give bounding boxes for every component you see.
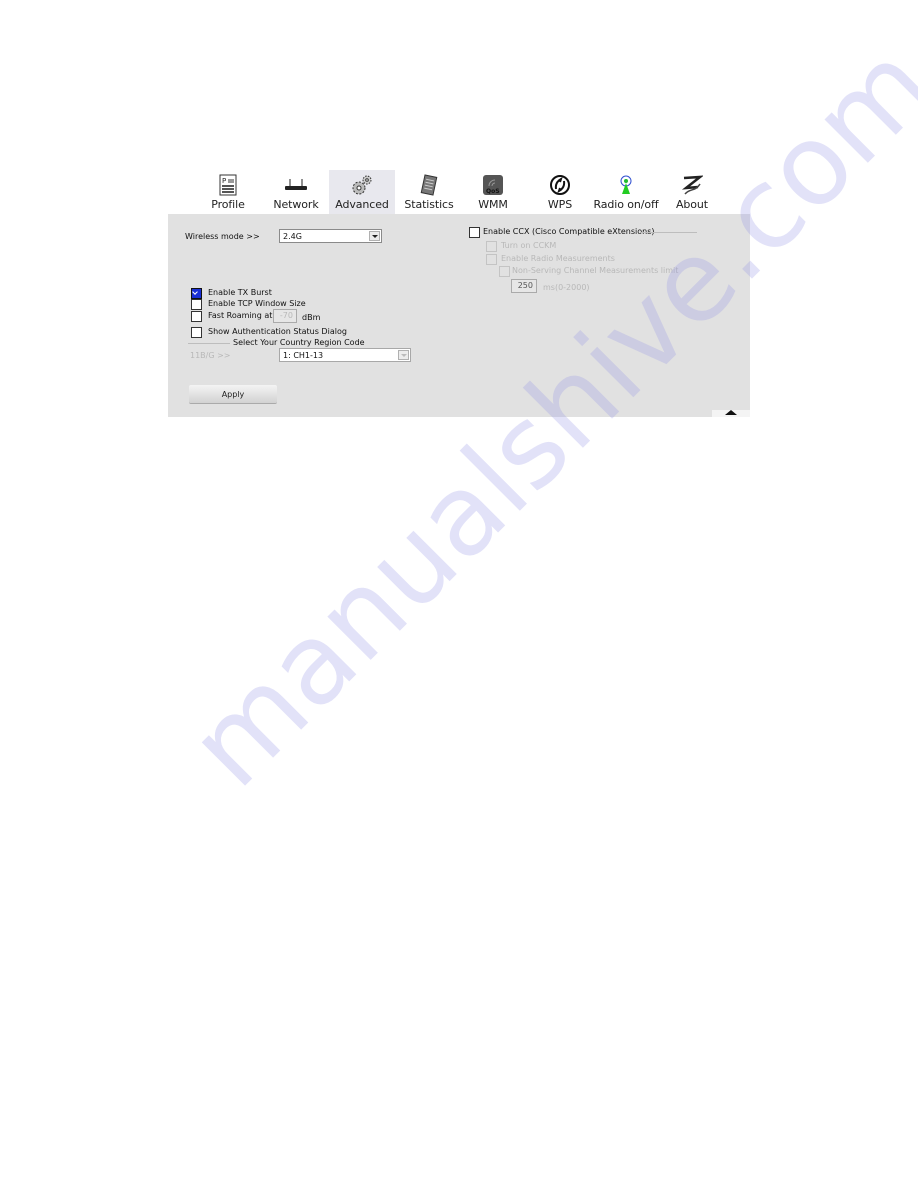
enable-tx-burst-label: Enable TX Burst <box>208 288 272 297</box>
tab-profile[interactable]: P Profile <box>203 170 253 214</box>
ccx-divider <box>641 232 697 233</box>
tab-wps[interactable]: WPS <box>538 170 582 214</box>
router-icon <box>284 173 308 197</box>
wireless-utility-window: P Profile Network Advanced Statistics Qo… <box>168 170 750 417</box>
svg-text:QoS: QoS <box>486 188 500 195</box>
tab-network[interactable]: Network <box>268 170 324 214</box>
wps-icon <box>548 173 572 197</box>
tab-statistics[interactable]: Statistics <box>401 170 457 214</box>
apply-button[interactable]: Apply <box>189 385 277 404</box>
svg-text:P: P <box>222 177 226 185</box>
wireless-mode-select[interactable]: 2.4G <box>279 229 382 243</box>
country-band-label: 11B/G >> <box>190 351 231 360</box>
measurement-limit-input[interactable]: 250 <box>511 279 537 293</box>
radio-measurements-label: Enable Radio Measurements <box>501 254 615 263</box>
tab-bar: P Profile Network Advanced Statistics Qo… <box>168 170 750 214</box>
enable-ccx-checkbox[interactable] <box>469 227 480 238</box>
radio-measurements-checkbox[interactable] <box>486 254 497 265</box>
measurement-limit-unit: ms(0-2000) <box>543 283 590 292</box>
tab-wmm[interactable]: QoS WMM <box>471 170 515 214</box>
collapse-up-button[interactable] <box>712 410 750 417</box>
statistics-icon <box>417 173 441 197</box>
show-auth-dialog-label: Show Authentication Status Dialog <box>208 327 347 336</box>
cckm-label: Turn on CCKM <box>501 241 557 250</box>
enable-tcp-window-label: Enable TCP Window Size <box>208 299 306 308</box>
enable-ccx-label: Enable CCX (Cisco Compatible eXtensions) <box>483 227 655 236</box>
tab-radio-on-off[interactable]: Radio on/off <box>590 170 662 214</box>
fast-roaming-label: Fast Roaming at <box>208 311 273 320</box>
show-auth-dialog-checkbox[interactable] <box>191 327 202 338</box>
advanced-settings-panel: Wireless mode >> 2.4G Enable TX Burst En… <box>168 214 750 417</box>
cckm-checkbox[interactable] <box>486 241 497 252</box>
enable-tcp-window-checkbox[interactable] <box>191 299 202 310</box>
about-logo-icon <box>680 173 704 197</box>
gears-icon <box>350 173 374 197</box>
chevron-down-icon[interactable] <box>369 231 380 241</box>
chevron-down-icon[interactable] <box>398 350 409 360</box>
non-serving-label: Non-Serving Channel Measurements limit <box>512 266 679 275</box>
fast-roaming-checkbox[interactable] <box>191 311 202 322</box>
qos-icon: QoS <box>481 173 505 197</box>
fast-roaming-threshold-input[interactable]: -70 <box>273 309 297 323</box>
radio-antenna-icon <box>614 173 638 197</box>
country-region-heading: Select Your Country Region Code <box>230 338 368 347</box>
tab-advanced[interactable]: Advanced <box>329 170 395 214</box>
non-serving-checkbox[interactable] <box>499 266 510 277</box>
tab-about[interactable]: About <box>670 170 714 214</box>
wireless-mode-label: Wireless mode >> <box>185 232 260 241</box>
country-region-select[interactable]: 1: CH1-13 <box>279 348 411 362</box>
fast-roaming-unit: dBm <box>302 313 321 322</box>
profile-icon: P <box>216 173 240 197</box>
enable-tx-burst-checkbox[interactable] <box>191 288 202 299</box>
